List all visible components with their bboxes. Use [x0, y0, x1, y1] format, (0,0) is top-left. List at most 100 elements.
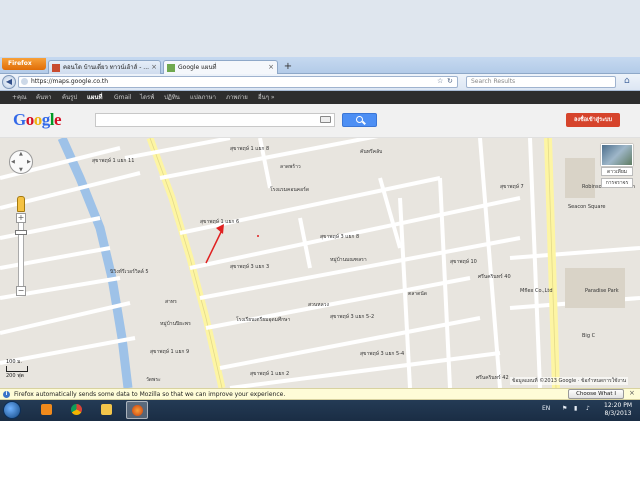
- close-tab-icon[interactable]: ×: [268, 61, 274, 74]
- keyboard-icon[interactable]: [320, 116, 331, 123]
- gbar-item-images[interactable]: ค้นรูป: [62, 91, 77, 104]
- gbar-item-plus-you[interactable]: +คุณ: [12, 91, 27, 104]
- taskbar-clock[interactable]: 12:20 PM 8/3/2013: [600, 402, 636, 418]
- gbar-item-maps[interactable]: แผนที่: [87, 91, 102, 104]
- map-label-poi: Big C: [582, 333, 596, 339]
- back-arrow-icon[interactable]: ◀: [2, 75, 16, 89]
- site-identity-icon[interactable]: [21, 78, 28, 85]
- data-sharing-notification: i Firefox automatically sends some data …: [0, 388, 640, 400]
- gbar-item-drive[interactable]: ไดรฟ์: [140, 91, 154, 104]
- screen: Firefox คอนโด บ้านเดี่ยว ทาวน์เฮ้าส์ - .…: [0, 0, 640, 421]
- tray-flag-icon[interactable]: ⚑: [562, 405, 567, 412]
- gbar-item-calendar[interactable]: ปฏิทิน: [164, 91, 180, 104]
- map-label-road: สุขาพฤษ์ 1 แยก 2: [250, 371, 290, 377]
- url-bar[interactable]: https://maps.google.co.th: [18, 76, 458, 88]
- reload-icon[interactable]: ↻: [447, 77, 453, 85]
- search-button[interactable]: [342, 113, 377, 127]
- map-label-village: หมู่บ้านปิยะพร: [160, 321, 191, 327]
- tray-volume-icon[interactable]: ♪: [586, 405, 590, 412]
- firefox-icon[interactable]: [126, 401, 148, 419]
- google-bar: +คุณ ค้นหา ค้นรูป แผนที่ Gmail ไดรฟ์ ปฏิ…: [0, 91, 640, 104]
- map-attribution: ข้อมูลแผนที่ ©2013 Google · ข้อกำหนดการใ…: [510, 377, 629, 385]
- gbar-item-photos[interactable]: ภาพถ่าย: [226, 91, 248, 104]
- zoom-slider-thumb[interactable]: [15, 230, 27, 235]
- scale-label-imperial: 200 ฟุต: [6, 373, 24, 379]
- map-label-mall: Paradise Park: [585, 288, 619, 294]
- map-label-poi: โรงเรียนเตรียมอุดมศึกษา: [236, 317, 291, 323]
- tab-label: Google แผนที่: [178, 64, 217, 71]
- traffic-button[interactable]: การจราจร: [601, 178, 633, 188]
- search-placeholder: Search Results: [471, 78, 516, 85]
- satellite-thumbnail[interactable]: [601, 144, 633, 166]
- notification-text: Firefox automatically sends some data to…: [14, 391, 286, 398]
- choose-what-i-share-button[interactable]: Choose What I Share: [568, 389, 624, 406]
- pan-down-icon[interactable]: ▼: [19, 167, 23, 173]
- map-canvas[interactable]: สุขาพฤษ์ 1 แยก 8 สุขาพฤษ์ 1 แยก 11 คันทร…: [0, 138, 640, 388]
- map-label-poi: สวนหลวง: [308, 302, 329, 308]
- chrome-icon[interactable]: [66, 401, 88, 419]
- pegman-icon[interactable]: [17, 196, 25, 212]
- map-label-district: ลาดพร้าว: [280, 164, 301, 170]
- new-tab-button[interactable]: +: [282, 61, 294, 73]
- zoom-out-button[interactable]: −: [16, 286, 26, 296]
- map-roads: [0, 138, 640, 388]
- close-tab-icon[interactable]: ×: [151, 61, 157, 74]
- map-label-poi: วัดพระ: [146, 377, 161, 383]
- gbar-item-search[interactable]: ค้นหา: [36, 91, 51, 104]
- map-label-road: สุขาพฤษ์ 1 แยก 11: [92, 158, 135, 164]
- map-label-mall: Seacon Square: [568, 204, 606, 210]
- google-logo[interactable]: Google: [13, 110, 62, 130]
- pan-control[interactable]: ▲ ◀ ▶ ▼: [9, 150, 33, 174]
- zoom-in-button[interactable]: +: [16, 213, 26, 223]
- map-label-road: ศรีนครินทร์ 40: [478, 274, 511, 280]
- tab-label: คอนโด บ้านเดี่ยว ทาวน์เฮ้าส์ - ...: [63, 64, 150, 71]
- logo-letter: g: [41, 110, 51, 129]
- explorer-icon[interactable]: [96, 401, 118, 419]
- satellite-button[interactable]: ดาวเทียม: [601, 167, 633, 176]
- clock-time: 12:20 PM: [604, 402, 632, 409]
- tab-condo[interactable]: คอนโด บ้านเดี่ยว ทาวน์เฮ้าส์ - ... ×: [48, 60, 161, 74]
- close-icon[interactable]: ×: [629, 389, 635, 397]
- map-label-village: หมู่บ้านมณฑลรา: [330, 257, 367, 263]
- clock-date: 8/3/2013: [604, 410, 632, 417]
- gbar-item-gmail[interactable]: Gmail: [114, 91, 132, 104]
- browser-search-input[interactable]: Search Results: [466, 76, 616, 88]
- gbar-item-translate[interactable]: แปลภาษา: [190, 91, 216, 104]
- media-player-icon[interactable]: [36, 401, 58, 419]
- tab-google-maps[interactable]: Google แผนที่ ×: [163, 60, 278, 74]
- map-label-poi: ตลาดนัด: [408, 291, 428, 297]
- pan-up-icon[interactable]: ▲: [19, 151, 23, 157]
- pan-left-icon[interactable]: ◀: [11, 159, 15, 165]
- gbar-item-more[interactable]: อื่นๆ »: [258, 91, 275, 104]
- map-label-poi: Mflex Co.,Ltd: [520, 288, 553, 294]
- map-label-village: นิวิงห์รีเวอร์วิลล์ 5: [110, 269, 149, 275]
- windows-start-icon[interactable]: [3, 401, 21, 419]
- info-icon: i: [3, 391, 10, 398]
- map-label-road: ศรีนครินทร์ 42: [476, 375, 509, 381]
- sign-in-button[interactable]: ลงชื่อเข้าสู่ระบบ: [566, 113, 620, 127]
- search-icon: [356, 116, 363, 123]
- logo-letter: o: [25, 110, 35, 129]
- zoom-slider[interactable]: [18, 215, 24, 293]
- logo-letter: o: [33, 110, 43, 129]
- map-label-road: สุขาพฤษ์ 3 แยก 8: [320, 234, 360, 240]
- map-label-poi: โรงแรมคอนคอร์ด: [270, 187, 310, 193]
- url-text: https://maps.google.co.th: [31, 78, 109, 85]
- scale-bar: 100 ม. 200 ฟุต: [6, 358, 28, 380]
- map-label-road: สุขาพฤษ์ 1 แยก 9: [150, 349, 190, 355]
- logo-letter: e: [53, 110, 62, 129]
- house-icon[interactable]: ⌂: [624, 76, 630, 86]
- site-favicon-icon: [52, 64, 60, 72]
- tray-network-icon[interactable]: ▮: [574, 405, 577, 412]
- firefox-menu-button[interactable]: Firefox: [2, 58, 46, 70]
- map-label-road: สุขาพฤษ์ 10: [450, 259, 477, 265]
- language-indicator[interactable]: EN: [542, 405, 550, 412]
- map-label-road: สุขาพฤษ์ 1 แยก 8: [230, 146, 270, 152]
- google-maps-favicon-icon: [167, 64, 175, 72]
- map-label-road: สุขาพฤษ์ 3 แยก 5-2: [330, 314, 375, 320]
- bookmark-star-icon[interactable]: ☆: [437, 77, 443, 85]
- pan-right-icon[interactable]: ▶: [27, 159, 31, 165]
- map-label-road: สุขาพฤษ์ 7: [500, 184, 524, 190]
- map-label-road: สุขาพฤษ์ 1 แยก 6: [200, 219, 240, 225]
- maps-search-input[interactable]: [95, 113, 335, 127]
